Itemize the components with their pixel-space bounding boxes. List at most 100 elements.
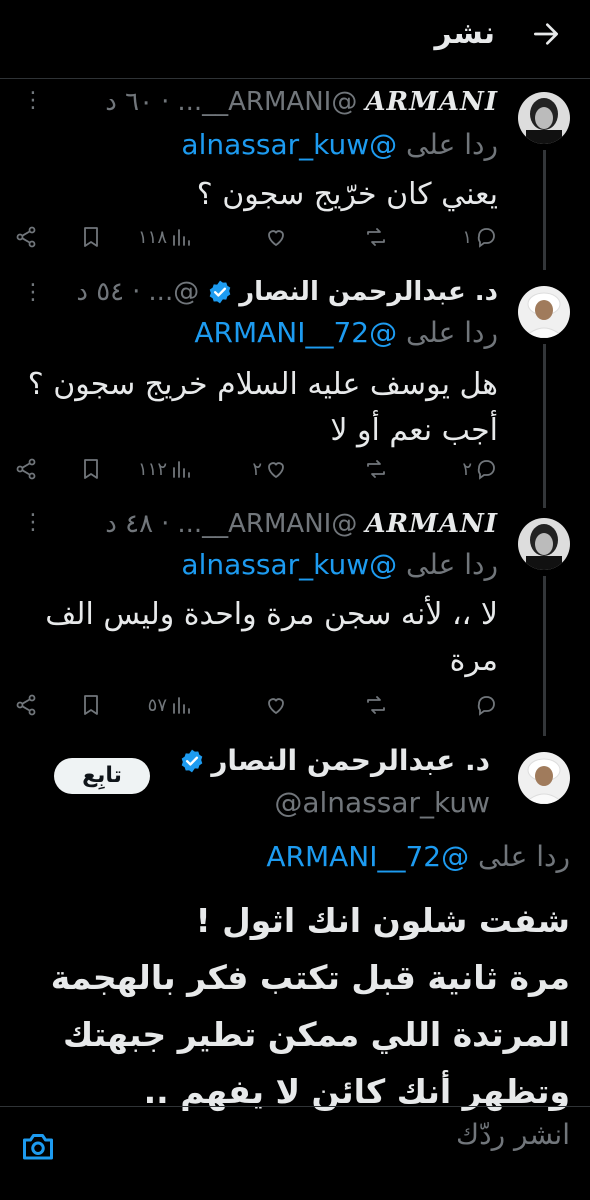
thread-line [543, 150, 546, 270]
tweet-meta: ARMANI @ARMANI__... · ٤٨ د [20, 506, 498, 542]
tweet-text: يعني كان خرّيج سجون ؟ [196, 177, 498, 212]
camera-button[interactable] [20, 1128, 56, 1164]
bookmark-button[interactable] [79, 454, 103, 484]
like-button[interactable] [264, 690, 288, 720]
handle: @ARMANI__... [177, 509, 358, 539]
reply-label: ردا على [406, 316, 498, 349]
views-count: ١١٢ [137, 458, 167, 480]
tweet-actions: ٢ ٢ ١١٢ [16, 454, 498, 484]
reply-icon [477, 460, 495, 480]
views-button[interactable]: ١١٨ [138, 222, 193, 252]
views-icon [173, 461, 190, 478]
bookmark-icon [84, 459, 98, 479]
like-button[interactable] [264, 222, 288, 252]
heart-icon [268, 230, 284, 247]
handle: @... [148, 277, 200, 307]
heart-icon [268, 462, 284, 479]
tweet-text: هل يوسف عليه السلام خريج سجون ؟ أجب نعم … [27, 367, 498, 448]
bookmark-icon [84, 227, 98, 247]
verified-badge-icon [207, 279, 233, 305]
reply-mention-link[interactable]: @ARMANI__72 [266, 840, 469, 873]
reply-button[interactable]: ١ [462, 222, 498, 252]
separator-dot: · [161, 87, 170, 117]
display-name[interactable]: د. عبدالرحمن النصار [239, 277, 498, 307]
avatar[interactable] [518, 752, 570, 804]
display-name-text: د. عبدالرحمن النصار [211, 744, 490, 777]
reply-context: ردا على @ARMANI__72 [266, 840, 570, 873]
views-count: ١١٨ [137, 226, 167, 248]
views-button[interactable]: ٥٧ [148, 690, 193, 720]
arrow-right-icon [534, 23, 558, 45]
retweet-icon [367, 460, 385, 478]
bookmark-button[interactable] [79, 222, 103, 252]
more-options-button[interactable]: ⋮ [22, 280, 45, 305]
follow-button[interactable]: تابِع [54, 758, 150, 794]
retweet-button[interactable] [364, 454, 388, 484]
reply-icon [477, 696, 495, 716]
share-icon [16, 694, 36, 716]
retweet-button[interactable] [364, 690, 388, 720]
handle: @ARMANI__... [177, 87, 358, 117]
tweet-text: شفت شلون انك اثول ! مرة ثانية قبل تكتب فك… [28, 892, 570, 1120]
reply-mention-link[interactable]: @ARMANI__72 [194, 316, 397, 349]
retweet-button[interactable] [364, 222, 388, 252]
tweet-text: لا ،، لأنه سجن مرة واحدة وليس الف مرة [45, 597, 498, 678]
back-button[interactable] [530, 18, 562, 50]
display-name[interactable]: ARMANI [365, 87, 498, 117]
thread-line [543, 344, 546, 508]
reply-mention-link[interactable]: @alnassar_kuw [181, 128, 397, 161]
more-options-button[interactable]: ⋮ [22, 510, 45, 535]
tweet-meta: ARMANI @ARMANI__... · ٦٠ د [20, 84, 498, 120]
reply-count: ٢ [462, 458, 472, 480]
share-button[interactable] [14, 222, 38, 252]
share-icon [16, 226, 36, 248]
display-name[interactable]: د. عبدالرحمن النصار [179, 744, 490, 777]
views-icon [173, 229, 190, 246]
views-icon [173, 697, 190, 714]
reply-icon [477, 228, 495, 248]
views-button[interactable]: ١١٢ [138, 454, 193, 484]
separator-dot: · [161, 509, 170, 539]
camera-icon [23, 1134, 53, 1160]
tweet-actions: ١ ١١٨ [16, 222, 498, 252]
reply-context: ردا على @alnassar_kuw [20, 128, 498, 161]
timestamp: ٤٨ د [105, 509, 154, 539]
tweet-text-line: شفت شلون انك اثول ! مرة ثانية قبل تكتب فك… [28, 892, 570, 1120]
views-count: ٥٧ [147, 694, 167, 716]
divider [0, 1106, 590, 1107]
more-options-button[interactable]: ⋮ [22, 88, 45, 113]
tweet-text-line: مرة ثانية قبل تكتب فكر بالهجمة المرتدة ا… [50, 958, 570, 1111]
bookmark-button[interactable] [79, 690, 103, 720]
thread-line [543, 576, 546, 736]
like-count: ٢ [252, 458, 262, 480]
share-button[interactable] [14, 454, 38, 484]
divider [0, 78, 590, 79]
timestamp: ٦٠ د [105, 87, 154, 117]
top-bar: نشر [0, 0, 590, 70]
reply-label: ردا على [478, 840, 570, 873]
reply-button[interactable]: ٢ [462, 454, 498, 484]
reply-button[interactable] [474, 690, 498, 720]
reply-label: ردا على [406, 128, 498, 161]
tweet-meta: د. عبدالرحمن النصار @... · ٥٤ د [20, 274, 498, 310]
reply-mention-link[interactable]: @alnassar_kuw [181, 548, 397, 581]
reply-context: ردا على @alnassar_kuw [20, 548, 498, 581]
avatar[interactable] [518, 518, 570, 570]
tweet-text-line: شفت شلون انك اثول ! [195, 901, 570, 940]
reply-input[interactable]: انشر ردّك [456, 1118, 570, 1151]
page-title: نشر [434, 16, 495, 51]
retweet-icon [367, 696, 385, 714]
avatar[interactable] [518, 92, 570, 144]
reply-label: ردا على [406, 548, 498, 581]
reply-count: ١ [462, 226, 472, 248]
like-button[interactable]: ٢ [252, 454, 288, 484]
share-button[interactable] [14, 690, 38, 720]
display-name[interactable]: ARMANI [365, 509, 498, 539]
separator-dot: · [132, 277, 141, 307]
avatar[interactable] [518, 286, 570, 338]
heart-icon [268, 698, 284, 715]
handle: @alnassar_kuw [274, 786, 490, 819]
verified-badge-icon [179, 748, 205, 774]
reply-context: ردا على @ARMANI__72 [20, 316, 498, 349]
bookmark-icon [84, 695, 98, 715]
